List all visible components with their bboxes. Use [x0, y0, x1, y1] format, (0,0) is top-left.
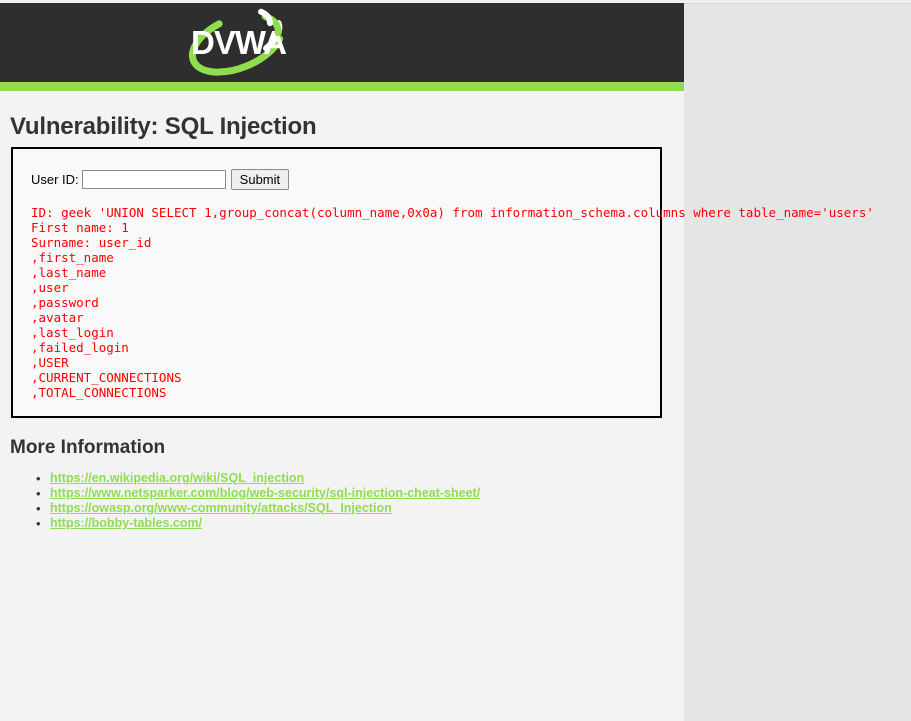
page-content: Vulnerability: SQL Injection User ID: Sub…	[0, 91, 874, 531]
site-header: DVWA	[0, 3, 684, 82]
reference-link[interactable]: https://en.wikipedia.org/wiki/SQL_inject…	[50, 471, 304, 485]
vulnerability-panel: User ID: Submit ID: geek 'UNION SELECT 1,…	[11, 147, 874, 418]
reference-link[interactable]: https://owasp.org/www-community/attacks/…	[50, 501, 392, 515]
svg-text:DVWA: DVWA	[191, 24, 286, 61]
more-information-title: More Information	[10, 437, 166, 458]
reference-link[interactable]: https://www.netsparker.com/blog/web-secu…	[50, 486, 480, 500]
dvwa-logo[interactable]: DVWA	[175, 7, 300, 79]
list-item: https://www.netsparker.com/blog/web-secu…	[36, 486, 480, 501]
dvwa-page: DVWA Vulnerability: SQL Injection User I…	[0, 3, 874, 721]
user-id-form: User ID: Submit	[13, 149, 660, 190]
more-information-links: https://en.wikipedia.org/wiki/SQL_inject…	[0, 471, 480, 531]
submit-button[interactable]: Submit	[230, 169, 290, 190]
list-item: https://en.wikipedia.org/wiki/SQL_inject…	[36, 471, 480, 486]
page-title: Vulnerability: SQL Injection	[10, 113, 317, 140]
header-accent-band	[0, 82, 684, 91]
browser-viewport: DVWA Vulnerability: SQL Injection User I…	[0, 0, 911, 721]
reference-link[interactable]: https://bobby-tables.com/	[50, 516, 202, 530]
list-item: https://owasp.org/www-community/attacks/…	[36, 501, 480, 516]
query-result-output: ID: geek 'UNION SELECT 1,group_concat(co…	[31, 205, 874, 400]
user-id-input[interactable]	[81, 170, 226, 189]
dvwa-swoosh-logo-icon: DVWA	[188, 8, 287, 76]
list-item: https://bobby-tables.com/	[36, 516, 480, 531]
user-id-label: User ID:	[31, 172, 79, 187]
